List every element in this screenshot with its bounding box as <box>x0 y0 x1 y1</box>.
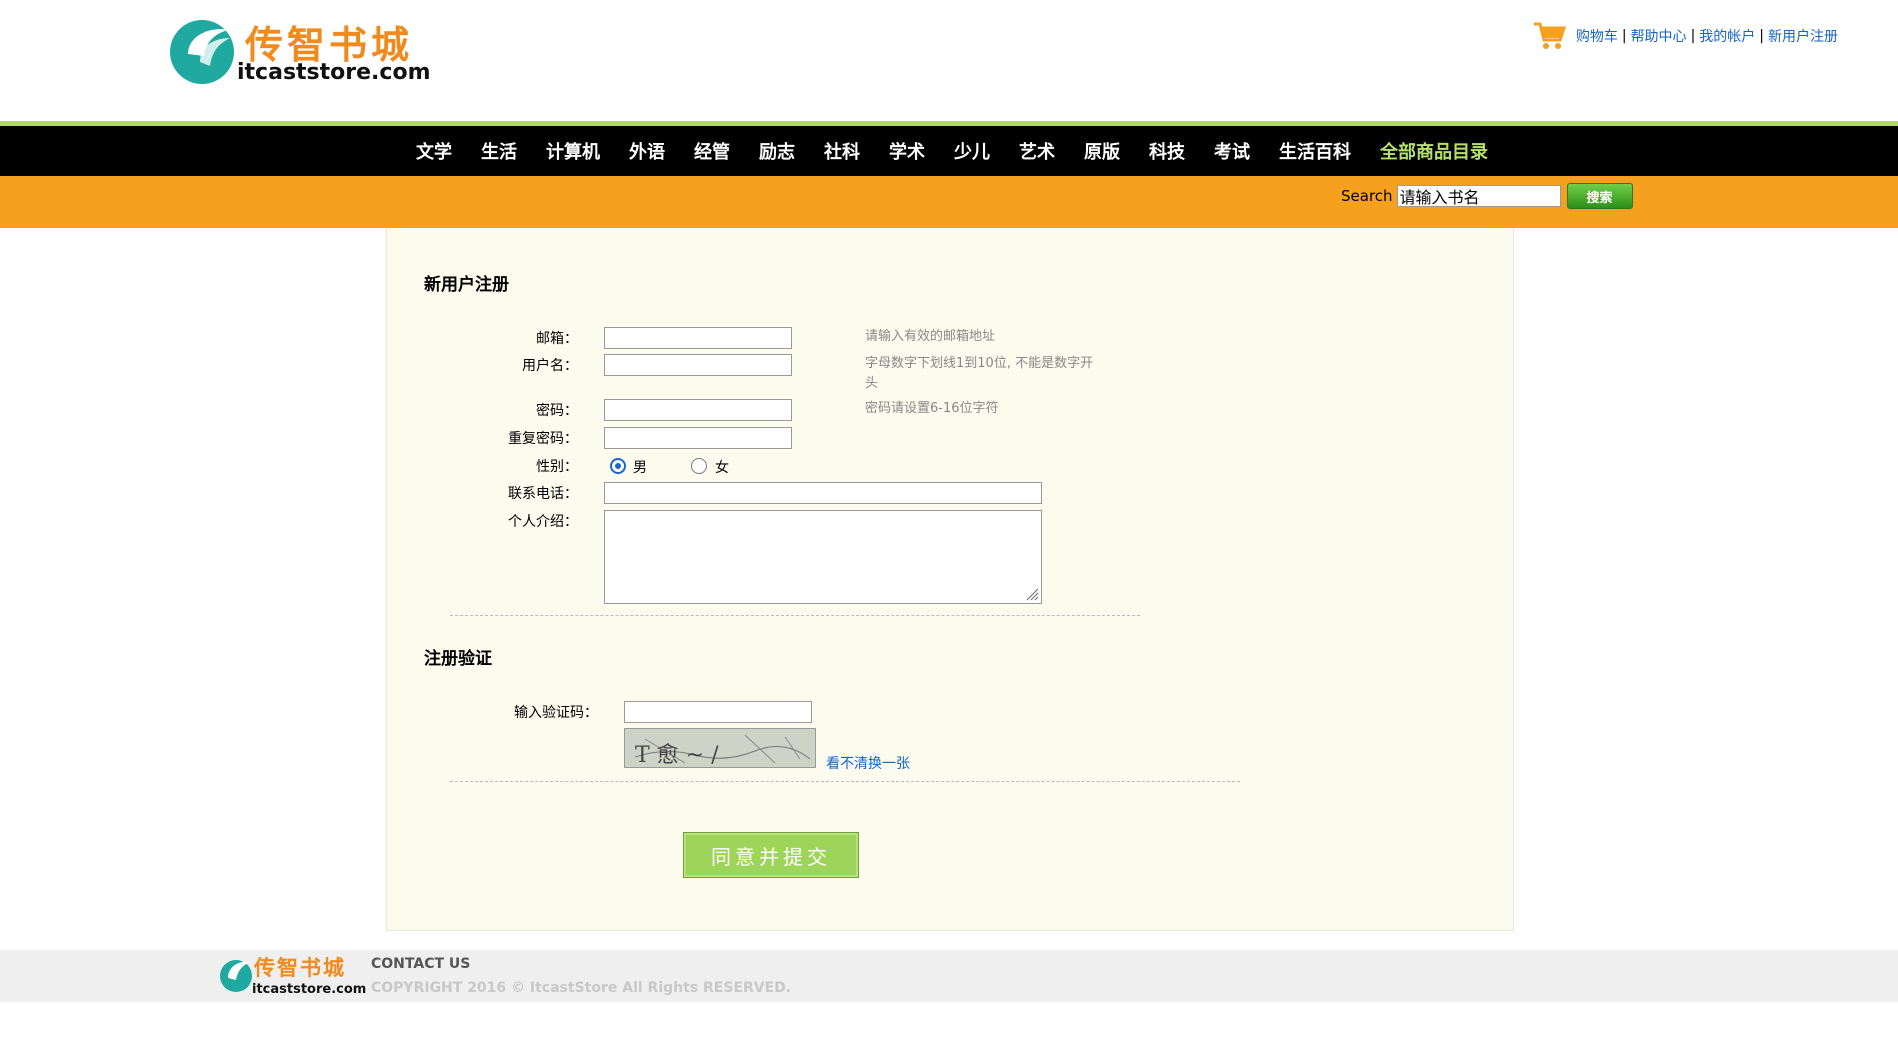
separator: | <box>1690 28 1696 44</box>
captcha-label: 输入验证码： <box>514 705 598 721</box>
help-link[interactable]: 帮助中心 <box>1631 26 1687 46</box>
cart-link[interactable]: 购物车 <box>1576 26 1618 46</box>
intro-textarea[interactable] <box>604 510 1042 604</box>
separator: | <box>1759 28 1764 44</box>
divider <box>450 615 1140 616</box>
separator: | <box>1621 28 1627 44</box>
register-link[interactable]: 新用户注册 <box>1768 26 1838 46</box>
phone-label: 联系电话： <box>508 486 578 502</box>
nav-item-language[interactable]: 外语 <box>629 138 665 164</box>
nav-item-life[interactable]: 生活 <box>481 138 517 164</box>
nav-item-computer[interactable]: 计算机 <box>546 138 600 164</box>
username-field[interactable] <box>604 354 792 376</box>
search-button[interactable]: 搜索 <box>1566 183 1633 209</box>
footer-logo: 传智书城 itcaststore.com <box>218 952 366 1000</box>
divider <box>450 781 1240 782</box>
logo-text-en: itcaststore.com <box>237 60 431 85</box>
nav-item-business[interactable]: 经管 <box>694 138 730 164</box>
nav-item-children[interactable]: 少儿 <box>954 138 990 164</box>
email-hint: 请输入有效的邮箱地址 <box>865 329 996 344</box>
gender-female-label: 女 <box>715 460 729 476</box>
repassword-field[interactable] <box>604 427 792 449</box>
nav-item-encyclopedia[interactable]: 生活百科 <box>1279 138 1351 164</box>
nav-item-social[interactable]: 社科 <box>824 138 860 164</box>
nav-item-academic[interactable]: 学术 <box>889 138 925 164</box>
top-links: 购物车 | 帮助中心 | 我的帐户 | 新用户注册 <box>1532 20 1838 52</box>
search-input[interactable] <box>1396 185 1561 207</box>
category-nav: 文学 生活 计算机 外语 经管 励志 社科 学术 少儿 艺术 原版 科技 考试 … <box>0 126 1898 176</box>
intro-label: 个人介绍： <box>508 514 578 530</box>
captcha-refresh-link[interactable]: 看不清换一张 <box>826 753 910 773</box>
footer-contact[interactable]: CONTACT US <box>371 956 470 972</box>
form-title: 新用户注册 <box>424 275 509 295</box>
account-link[interactable]: 我的帐户 <box>1699 26 1755 46</box>
search-area: Search 搜索 <box>1341 183 1633 209</box>
nav-item-exam[interactable]: 考试 <box>1214 138 1250 164</box>
nav-item-technology[interactable]: 科技 <box>1149 138 1185 164</box>
captcha-image[interactable]: T 愈 ~ / <box>624 728 816 768</box>
search-label: Search <box>1341 187 1393 205</box>
verify-title: 注册验证 <box>424 649 492 669</box>
nav-item-literature[interactable]: 文学 <box>416 138 452 164</box>
gender-label: 性别： <box>536 459 578 475</box>
resize-handle-icon[interactable] <box>1025 587 1039 601</box>
username-hint-cont: 头 <box>865 376 879 391</box>
password-field[interactable] <box>604 399 792 421</box>
repassword-label: 重复密码： <box>508 431 578 447</box>
username-hint: 字母数字下划线1到10位, 不能是数字开 <box>865 356 1094 371</box>
password-hint: 密码请设置6-16位字符 <box>865 401 999 416</box>
username-label: 用户名： <box>522 358 578 374</box>
captcha-text: T 愈 ~ / <box>635 743 719 768</box>
gender-male-radio[interactable] <box>610 458 626 474</box>
submit-button[interactable]: 同意并提交 <box>683 832 859 878</box>
email-label: 邮箱： <box>536 331 578 347</box>
phone-field[interactable] <box>604 482 1042 504</box>
footer-logo-cn: 传智书城 <box>254 955 346 980</box>
footer-logo-en: itcaststore.com <box>252 982 367 997</box>
footer-copyright: COPYRIGHT 2016 © ItcastStore All Rights … <box>371 980 792 996</box>
nav-item-original[interactable]: 原版 <box>1084 138 1120 164</box>
nav-item-inspiration[interactable]: 励志 <box>759 138 795 164</box>
email-field[interactable] <box>604 327 792 349</box>
shopping-cart-icon[interactable] <box>1532 20 1566 52</box>
captcha-input[interactable] <box>624 701 812 723</box>
nav-item-art[interactable]: 艺术 <box>1019 138 1055 164</box>
nav-item-all-catalog[interactable]: 全部商品目录 <box>1380 138 1488 164</box>
gender-female-radio[interactable] <box>691 458 707 474</box>
gender-male-label: 男 <box>633 460 647 476</box>
password-label: 密码： <box>536 403 578 419</box>
